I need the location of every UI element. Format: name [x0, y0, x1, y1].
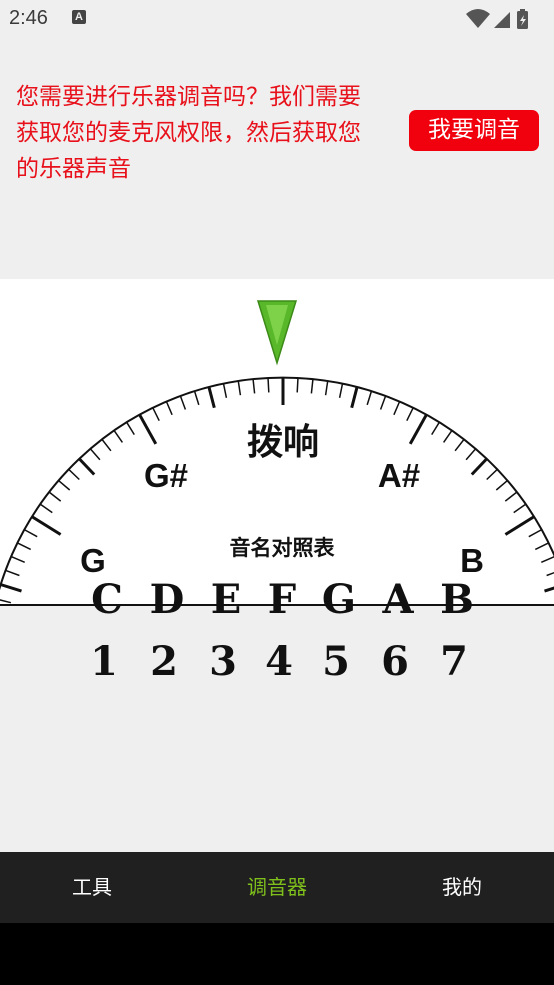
note-name: B	[440, 576, 474, 623]
status-icons	[466, 9, 528, 29]
note-name: C	[91, 576, 123, 623]
solfege-number: 4	[265, 638, 293, 685]
status-time: 2:46	[9, 7, 48, 29]
notification-a-icon: A	[72, 10, 86, 24]
solfege-number: 6	[381, 638, 409, 685]
note-label-a-sharp: A#	[378, 457, 420, 494]
tuner-panel: 拨响 G# A# G B 音名对照表 CDEFGAB 1234567	[0, 279, 554, 852]
note-label-g-sharp: G#	[144, 457, 188, 494]
dial-tick	[296, 377, 299, 393]
note-name: G	[322, 576, 356, 623]
battery-charging-icon	[517, 9, 528, 29]
nav-tools[interactable]: 工具	[0, 852, 184, 923]
note-label-b: B	[460, 542, 484, 579]
dial-tick	[267, 377, 270, 393]
start-tuning-button[interactable]: 我要调音	[409, 110, 539, 151]
solfege-number: 2	[150, 638, 178, 685]
permission-message: 您需要进行乐器调音吗？我们需要 获取您的麦克风权限，然后获取您 的乐器声音	[16, 79, 396, 187]
note-name: E	[211, 576, 242, 623]
status-bar: 2:46 A	[0, 0, 554, 40]
note-name: F	[268, 576, 296, 623]
solfege-number: 1	[90, 638, 118, 685]
solfege-numbers-row: 1234567	[90, 638, 468, 685]
message-line: 您需要进行乐器调音吗？我们需要	[16, 84, 361, 110]
solfege-number: 5	[322, 638, 350, 685]
permission-prompt: 您需要进行乐器调音吗？我们需要 获取您的麦克风权限，然后获取您 的乐器声音 我要…	[0, 40, 554, 278]
signal-icon	[494, 12, 510, 28]
solfege-number: 3	[209, 638, 237, 685]
message-line: 的乐器声音	[16, 156, 131, 182]
bottom-navigation: 工具 调音器 我的	[0, 852, 554, 923]
nav-tuner[interactable]: 调音器	[185, 852, 369, 923]
note-name: D	[150, 576, 185, 623]
note-name: A	[381, 576, 414, 623]
tuner-dial: 拨响 G# A# G B 音名对照表 CDEFGAB 1234567	[0, 279, 554, 685]
system-navigation-bar	[0, 923, 554, 985]
wifi-icon	[466, 9, 490, 28]
note-label-g: G	[80, 542, 106, 579]
message-line: 获取您的麦克风权限，然后获取您	[16, 120, 361, 146]
dial-label: 拨响	[247, 422, 319, 463]
reference-table-title: 音名对照表	[230, 536, 336, 560]
solfege-number: 7	[440, 638, 468, 685]
nav-mine[interactable]: 我的	[370, 852, 554, 923]
